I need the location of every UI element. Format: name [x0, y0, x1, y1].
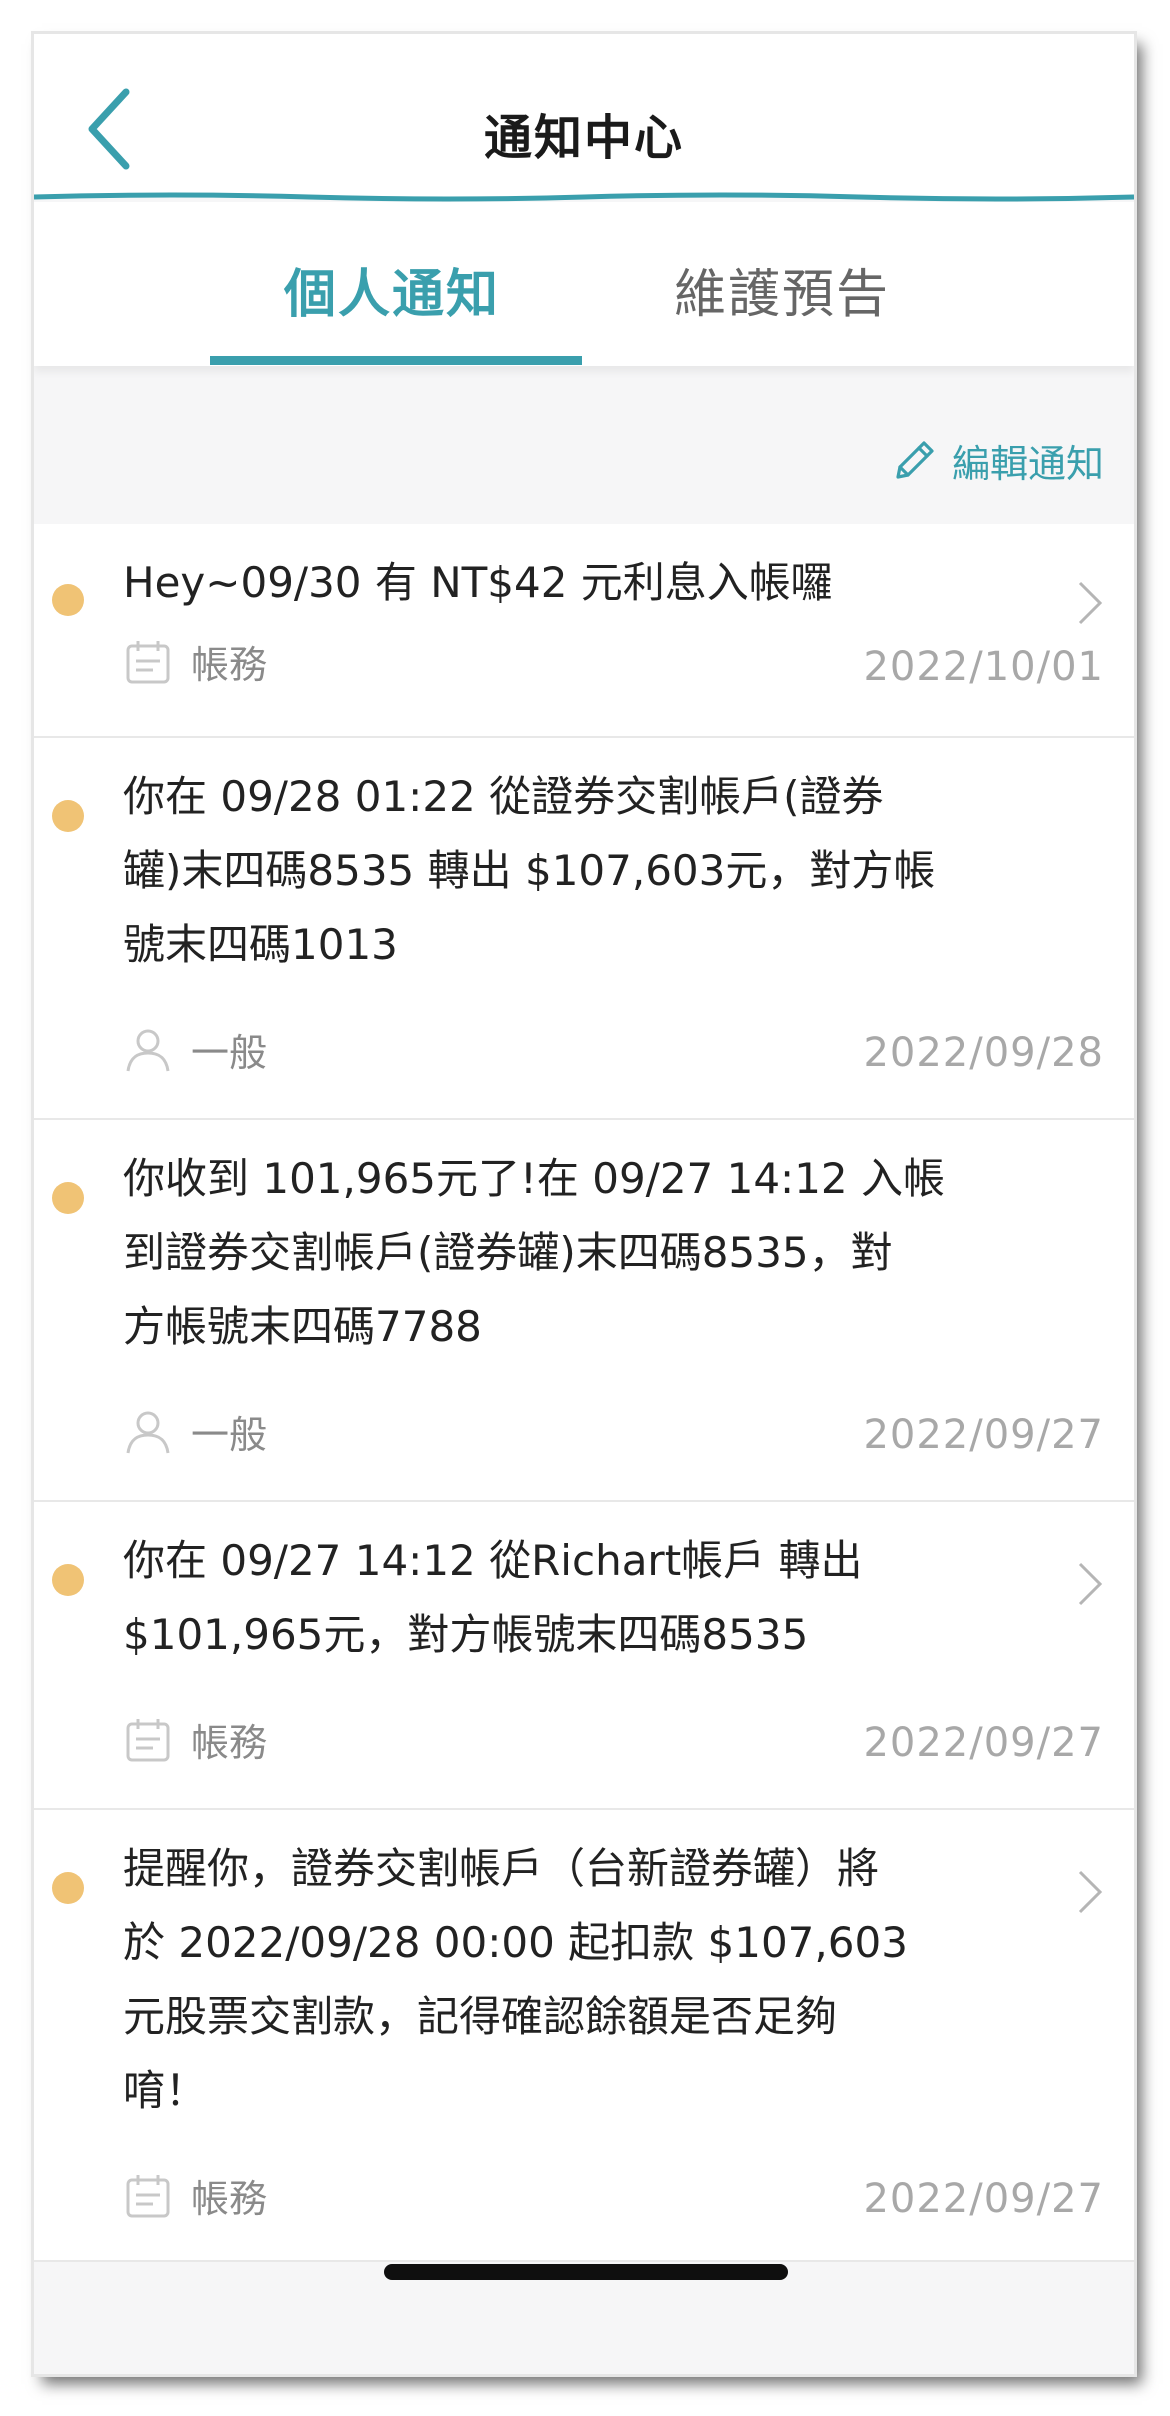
unread-dot: [52, 584, 84, 616]
notification-message: 提醒你，證券交割帳戶（台新證券罐）將 於 2022/09/28 00:00 起扣…: [123, 1844, 908, 2115]
calendar-icon: [126, 2174, 170, 2217]
edit-notifications-label: 編輯通知: [951, 441, 1104, 486]
pencil-icon: [896, 441, 934, 479]
edit-notifications-button[interactable]: 編輯通知: [890, 430, 1104, 490]
app-frame: 通知中心 個人通知 維護預告 編輯通知 Hey~09/30 有 NT$42 元利…: [34, 34, 1134, 2374]
tab-personal-notifications[interactable]: 個人通知: [284, 252, 500, 327]
unread-dot: [52, 800, 84, 832]
tab-maintenance-notices[interactable]: 維護預告: [674, 252, 890, 327]
notification-date: 2022/09/27: [863, 1412, 1104, 1458]
notification-message: Hey~09/30 有 NT$42 元利息入帳囉: [123, 558, 833, 607]
notification-date: 2022/09/27: [863, 1720, 1104, 1766]
notification-item[interactable]: 你在 09/28 01:22 從證券交割帳戶(證券 罐)末四碼8535 轉出 $…: [34, 738, 1134, 1120]
category-label: 帳務: [191, 643, 268, 687]
notification-category: 帳務: [123, 2168, 267, 2223]
notification-category: 一般: [123, 1404, 267, 1459]
category-label: 一般: [191, 1413, 268, 1457]
person-icon: [126, 1411, 170, 1453]
header: 通知中心: [34, 34, 1134, 197]
notification-date: 2022/10/01: [863, 644, 1104, 690]
category-label: 帳務: [191, 1721, 268, 1765]
notification-item[interactable]: 你收到 101,965元了!在 09/27 14:12 入帳 到證券交割帳戶(證…: [34, 1120, 1134, 1502]
category-label: 一般: [191, 1031, 268, 1075]
chevron-right-icon: [1078, 581, 1103, 625]
chevron-right-icon: [1078, 1870, 1103, 1914]
notification-category: 帳務: [123, 634, 267, 689]
notification-item[interactable]: 提醒你，證券交割帳戶（台新證券罐）將 於 2022/09/28 00:00 起扣…: [34, 1810, 1134, 2262]
notification-date: 2022/09/27: [863, 2176, 1104, 2222]
header-divider: [34, 192, 1134, 202]
unread-dot: [52, 1564, 84, 1596]
chevron-right-icon: [1078, 1562, 1103, 1606]
tab-bar: 個人通知 維護預告: [34, 202, 1134, 366]
notification-category: 帳務: [123, 1712, 267, 1767]
notification-date: 2022/09/28: [863, 1030, 1104, 1076]
notification-item[interactable]: 你在 09/27 14:12 從Richart帳戶 轉出 $101,965元，對…: [34, 1502, 1134, 1810]
calendar-icon: [126, 640, 170, 683]
notification-category: 一般: [123, 1022, 267, 1077]
page-title: 通知中心: [483, 110, 684, 166]
active-tab-indicator: [210, 356, 582, 365]
person-icon: [126, 1029, 170, 1071]
category-label: 帳務: [191, 2177, 268, 2221]
home-indicator[interactable]: [384, 2264, 788, 2280]
unread-dot: [52, 1182, 84, 1214]
notification-message: 你在 09/27 14:12 從Richart帳戶 轉出 $101,965元，對…: [123, 1536, 863, 1659]
notification-message: 你在 09/28 01:22 從證券交割帳戶(證券 罐)末四碼8535 轉出 $…: [123, 772, 936, 969]
calendar-icon: [126, 1718, 170, 1761]
notification-item[interactable]: Hey~09/30 有 NT$42 元利息入帳囉 帳務 2022/10/01: [34, 524, 1134, 738]
unread-dot: [52, 1872, 84, 1904]
notification-message: 你收到 101,965元了!在 09/27 14:12 入帳 到證券交割帳戶(證…: [123, 1154, 945, 1351]
